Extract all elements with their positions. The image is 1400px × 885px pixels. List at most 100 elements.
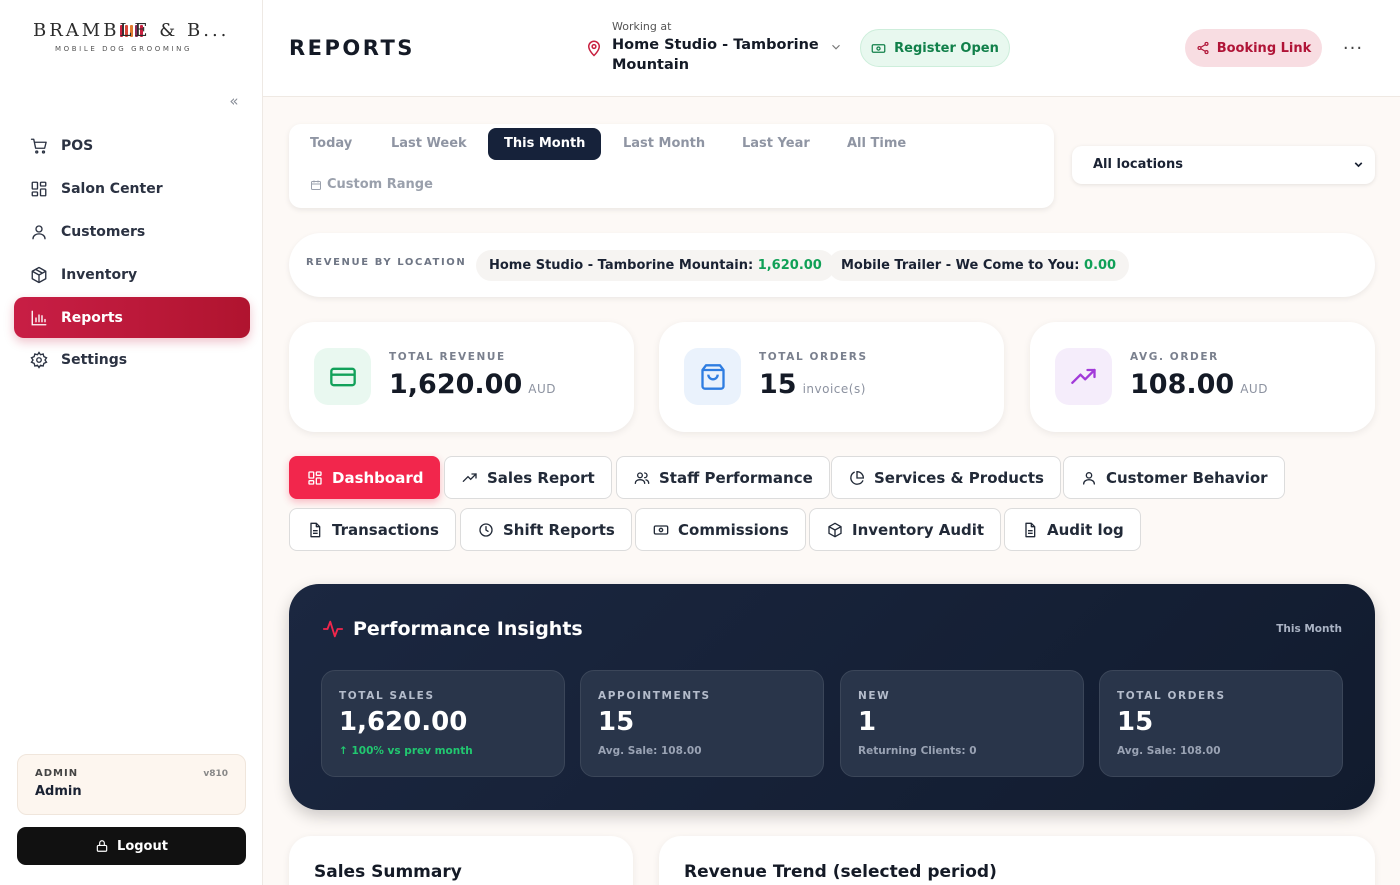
location-revenue-value: 0.00 — [1084, 258, 1117, 273]
performance-title: Performance Insights — [322, 618, 583, 640]
tab-sales-report[interactable]: Sales Report — [444, 456, 612, 499]
range-last-month[interactable]: Last Month — [607, 128, 721, 160]
collapse-sidebar-icon[interactable]: « — [225, 92, 243, 110]
tab-audit-log[interactable]: Audit log — [1004, 508, 1141, 551]
sidebar-item-pos[interactable]: POS — [14, 125, 250, 166]
location-select[interactable]: All locations — [1072, 146, 1375, 184]
file-icon — [310, 522, 321, 537]
page-title: REPORTS — [289, 36, 415, 60]
tab-dashboard[interactable]: Dashboard — [289, 456, 441, 499]
tab-commissions[interactable]: Commissions — [635, 508, 806, 551]
tab-label: Customer Behavior — [1106, 468, 1268, 487]
chevron-down-icon[interactable] — [829, 40, 843, 54]
sales-summary-title: Sales Summary — [314, 862, 462, 882]
trending-up-icon — [462, 472, 477, 482]
credit-card-icon — [314, 348, 371, 405]
stat-card-total-revenue: TOTAL REVENUE 1,620.00 AUD — [289, 322, 634, 432]
lock-icon — [96, 840, 108, 852]
range-last-year[interactable]: Last Year — [726, 128, 826, 160]
more-options-icon[interactable]: ... — [1341, 35, 1365, 59]
location-revenue-chip: Mobile Trailer - We Come to You: 0.00 — [828, 250, 1130, 281]
top-header: REPORTS Working at Home Studio - Tambori… — [263, 0, 1400, 97]
sidebar-item-label: Salon Center — [61, 180, 163, 197]
register-open-button[interactable]: Register Open — [860, 29, 1010, 67]
custom-range-button[interactable]: Custom Range — [310, 177, 433, 192]
insight-value: 15 — [598, 707, 635, 737]
performance-period: This Month — [1276, 623, 1342, 635]
revenue-trend-card: Revenue Trend (selected period) — [659, 836, 1375, 885]
insight-value: 15 — [1117, 707, 1154, 737]
grid-icon — [31, 181, 47, 196]
insight-value: 1 — [858, 707, 877, 737]
stat-card-avg-order: AVG. ORDER 108.00 AUD — [1030, 322, 1375, 432]
tab-label: Dashboard — [332, 468, 424, 487]
stat-unit: AUD — [1240, 382, 1268, 396]
tab-transactions[interactable]: Transactions — [289, 508, 456, 551]
user-role: ADMIN — [35, 768, 79, 779]
tab-label: Sales Report — [487, 468, 595, 487]
date-range-filter: Today Last Week This Month Last Month La… — [289, 124, 1054, 208]
stat-label: AVG. ORDER — [1130, 351, 1219, 363]
sidebar-item-customers[interactable]: Customers — [14, 211, 250, 252]
sales-summary-card: Sales Summary — [289, 836, 633, 885]
tab-customer-behavior[interactable]: Customer Behavior — [1063, 456, 1285, 499]
insight-total-orders: TOTAL ORDERS 15 Avg. Sale: 108.00 — [1099, 670, 1343, 777]
insight-appointments: APPOINTMENTS 15 Avg. Sale: 108.00 — [580, 670, 824, 777]
insight-label: NEW — [858, 690, 891, 702]
brand-tagline: MOBILE DOG GROOMING — [55, 45, 192, 53]
sidebar-item-label: Settings — [61, 351, 128, 368]
gear-icon — [30, 350, 48, 369]
activity-icon — [322, 620, 344, 638]
insight-label: TOTAL ORDERS — [1117, 690, 1226, 702]
location-caption: Working at — [612, 20, 672, 33]
performance-title-text: Performance Insights — [353, 618, 583, 640]
tab-inventory-audit[interactable]: Inventory Audit — [809, 508, 1002, 551]
dashboard-icon — [308, 470, 322, 485]
range-all-time[interactable]: All Time — [831, 128, 922, 160]
sidebar-item-reports[interactable]: Reports — [14, 297, 250, 338]
location-revenue-chip: Home Studio - Tamborine Mountain: 1,620.… — [476, 250, 835, 281]
register-label: Register Open — [894, 40, 999, 56]
shopping-bag-icon — [684, 348, 741, 405]
sidebar-item-salon-center[interactable]: Salon Center — [14, 168, 250, 209]
stat-unit: AUD — [528, 382, 556, 396]
location-revenue-value: 1,620.00 — [757, 258, 822, 273]
insight-value: 1,620.00 — [339, 707, 468, 737]
pie-chart-icon — [850, 470, 865, 485]
logout-button[interactable]: Logout — [17, 827, 246, 865]
trending-up-icon — [1055, 348, 1112, 405]
stat-value: 108.00 AUD — [1130, 369, 1268, 400]
tab-label: Transactions — [332, 520, 439, 539]
location-select-value: All locations — [1093, 157, 1183, 172]
stat-label: TOTAL ORDERS — [759, 351, 868, 363]
performance-insights: Performance Insights This Month TOTAL SA… — [289, 584, 1375, 810]
tab-services-products[interactable]: Services & Products — [831, 456, 1061, 499]
user-name: Admin — [35, 784, 82, 799]
booking-label: Booking Link — [1216, 40, 1312, 56]
tab-label: Audit log — [1047, 520, 1124, 539]
brand-name: BRAMBLE & B... — [33, 20, 230, 41]
sidebar-item-settings[interactable]: Settings — [14, 339, 250, 380]
sidebar: BRAMBLE & B... MOBILE DOG GROOMING « POS… — [0, 0, 263, 885]
tab-label: Inventory Audit — [852, 520, 985, 539]
booking-link-button[interactable]: Booking Link — [1185, 29, 1322, 67]
location-switcher[interactable]: Home Studio - Tamborine Mountain — [612, 35, 827, 75]
tab-shift-reports[interactable]: Shift Reports — [460, 508, 632, 551]
logout-label: Logout — [117, 838, 168, 854]
stat-label: TOTAL REVENUE — [389, 351, 506, 363]
stat-number: 1,620.00 — [389, 369, 523, 400]
banknote-icon — [871, 43, 886, 53]
sidebar-item-inventory[interactable]: Inventory — [14, 254, 250, 295]
sidebar-item-label: Inventory — [61, 266, 138, 283]
users-icon — [634, 471, 650, 484]
revenue-by-location: REVENUE BY LOCATION Home Studio - Tambor… — [289, 233, 1375, 297]
sidebar-item-label: Customers — [61, 223, 146, 240]
range-last-week[interactable]: Last Week — [375, 128, 483, 160]
tab-staff-performance[interactable]: Staff Performance — [616, 456, 830, 499]
tab-label: Staff Performance — [659, 468, 813, 487]
insight-sub: Avg. Sale: 108.00 — [598, 745, 702, 757]
range-this-month[interactable]: This Month — [488, 128, 602, 160]
revenue-by-location-label: REVENUE BY LOCATION — [306, 257, 467, 268]
range-today[interactable]: Today — [294, 128, 368, 160]
map-pin-icon — [587, 40, 601, 57]
